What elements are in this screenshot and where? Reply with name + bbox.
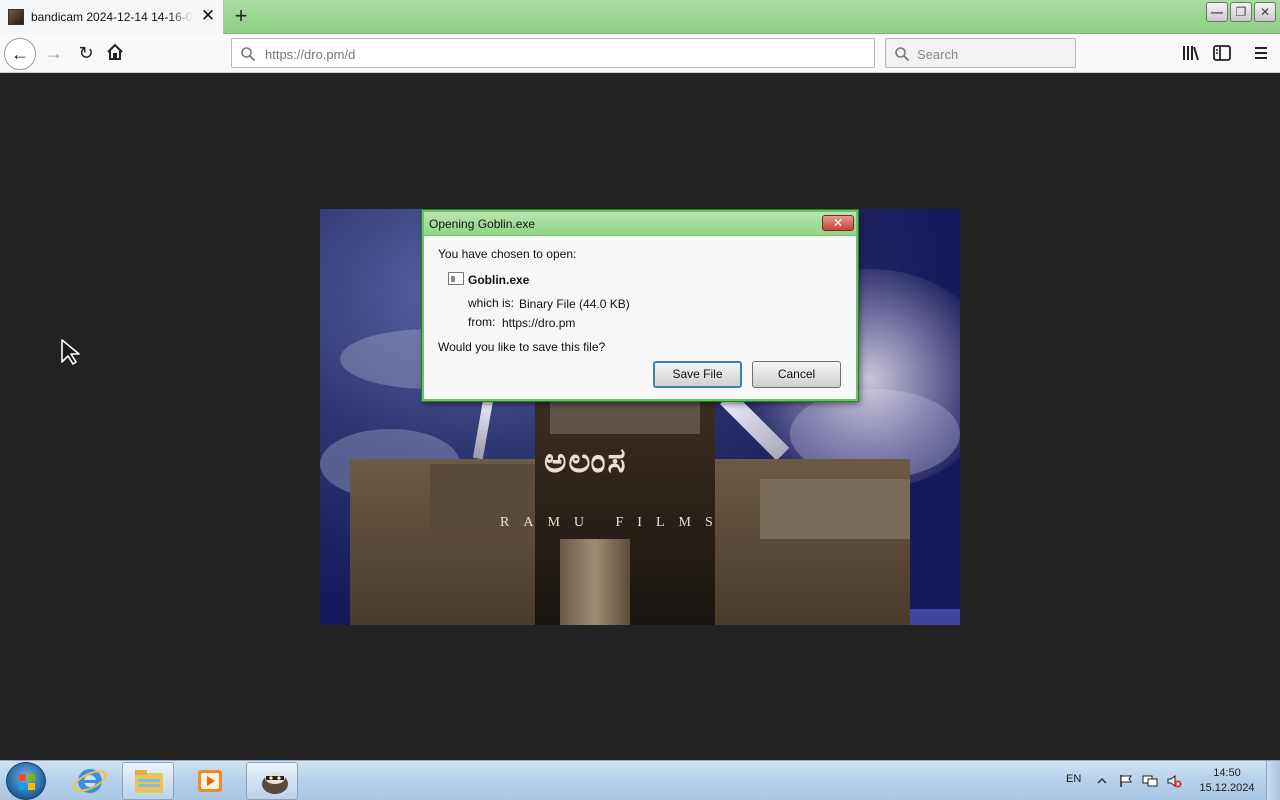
file-explorer-icon	[135, 770, 163, 793]
url-text: https://dro.pm/d	[265, 47, 356, 62]
library-icon[interactable]	[1180, 43, 1200, 63]
which-is-value: Binary File (44.0 KB)	[519, 297, 630, 311]
home-button[interactable]	[105, 42, 129, 66]
back-button[interactable]: ←	[4, 38, 36, 70]
restore-icon[interactable]: ❐	[1230, 2, 1252, 22]
internet-explorer-button[interactable]	[64, 762, 116, 800]
searchlight-beam	[472, 398, 494, 460]
page-content: ಅಲಂಸ RAMU FILMS	[0, 74, 1280, 760]
dialog-title-bar[interactable]: Opening Goblin.exe ✕	[424, 212, 856, 236]
tab-title: bandicam 2024-12-14 14-16-02	[31, 10, 193, 24]
network-icon[interactable]	[1142, 774, 1158, 788]
tab-close-icon[interactable]: ✕	[198, 6, 218, 26]
tab-favicon-icon	[8, 9, 24, 25]
action-center-flag-icon[interactable]	[1118, 774, 1134, 788]
url-bar[interactable]: https://dro.pm/d	[231, 38, 875, 68]
windows-logo-icon	[19, 774, 35, 790]
navigation-toolbar: ← → ↻ https://dro.pm/d Search	[0, 34, 1280, 73]
volume-muted-icon[interactable]	[1166, 774, 1182, 788]
bandicam-icon	[262, 772, 288, 794]
studio-name-text: RAMU FILMS	[500, 515, 727, 530]
menu-icon[interactable]	[1251, 43, 1271, 63]
building-column	[560, 539, 630, 625]
from-label: from:	[468, 315, 496, 329]
system-clock[interactable]: 14:50 15.12.2024	[1194, 766, 1260, 796]
which-is-label: which is:	[468, 296, 515, 310]
building-right	[760, 479, 910, 539]
clock-time: 14:50	[1213, 767, 1241, 779]
mouse-cursor-icon	[61, 339, 80, 365]
window-close-icon[interactable]: ✕	[1254, 2, 1276, 22]
studio-logo-text: ಅಲಂಸ	[544, 441, 628, 481]
file-name: Goblin.exe	[468, 273, 530, 287]
internet-explorer-icon	[73, 769, 107, 793]
bandicam-button[interactable]	[246, 762, 298, 800]
show-hidden-icons-icon[interactable]	[1094, 774, 1110, 788]
media-player-button[interactable]	[184, 762, 236, 800]
taskbar: EN 14:50 15.12.2024	[0, 760, 1280, 800]
dialog-title: Opening Goblin.exe	[429, 217, 536, 231]
file-explorer-button[interactable]	[122, 762, 174, 800]
show-desktop-button[interactable]	[1266, 761, 1280, 800]
download-dialog: Opening Goblin.exe ✕ You have chosen to …	[422, 210, 858, 401]
clock-date: 15.12.2024	[1199, 782, 1255, 794]
from-value: https://dro.pm	[502, 316, 576, 330]
file-icon	[448, 272, 464, 285]
dialog-intro: You have chosen to open:	[438, 247, 577, 261]
sidebar-icon[interactable]	[1212, 43, 1232, 63]
dialog-question: Would you like to save this file?	[438, 340, 606, 354]
reload-button[interactable]: ↻	[74, 42, 98, 66]
minimize-icon[interactable]: —	[1206, 2, 1228, 22]
dialog-close-button[interactable]: ✕	[822, 215, 854, 231]
start-button[interactable]	[6, 762, 46, 800]
home-icon	[107, 43, 123, 60]
search-icon	[241, 47, 256, 62]
search-placeholder: Search	[917, 47, 959, 62]
dialog-body: You have chosen to open: Goblin.exe whic…	[424, 237, 856, 399]
cancel-button[interactable]: Cancel	[752, 361, 841, 388]
save-file-button[interactable]: Save File	[653, 361, 742, 388]
new-tab-button[interactable]: +	[230, 4, 252, 28]
window-controls: — ❐ ✕	[1206, 2, 1276, 22]
browser-tab[interactable]: bandicam 2024-12-14 14-16-02 ✕	[0, 0, 224, 34]
search-icon	[895, 47, 910, 62]
browser-tab-strip: bandicam 2024-12-14 14-16-02 ✕ + — ❐ ✕	[0, 0, 1280, 34]
search-box[interactable]: Search	[885, 38, 1076, 68]
language-indicator[interactable]: EN	[1066, 773, 1081, 785]
media-player-icon	[198, 770, 222, 792]
forward-button[interactable]: →	[42, 42, 66, 66]
water-shape	[910, 609, 960, 625]
